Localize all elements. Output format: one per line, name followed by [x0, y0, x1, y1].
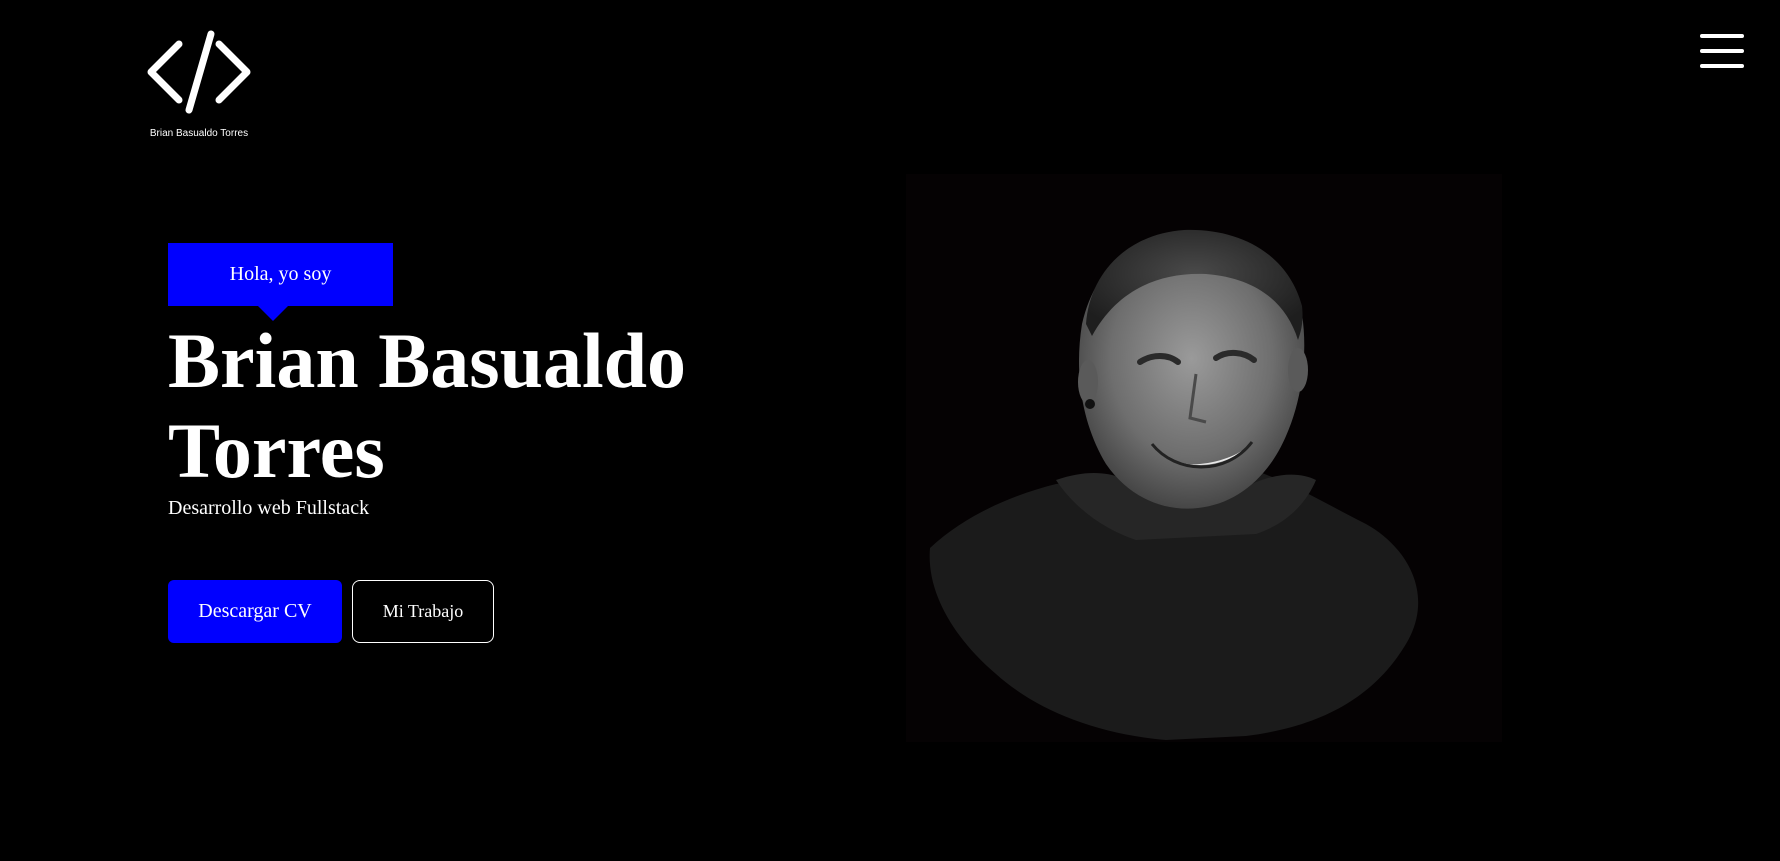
- greeting-badge: Hola, yo soy: [168, 243, 393, 321]
- download-cv-button[interactable]: Descargar CV: [168, 580, 342, 643]
- hamburger-menu-icon: [1700, 34, 1744, 38]
- logo-caption: Brian Basualdo Torres: [149, 128, 249, 139]
- profile-photo: [906, 174, 1502, 742]
- page: Brian Basualdo Torres Hola, yo soy Brian…: [0, 0, 1780, 861]
- site-logo[interactable]: Brian Basualdo Torres: [136, 28, 262, 139]
- hero-actions: Descargar CV Mi Trabajo: [168, 580, 808, 643]
- hamburger-line: [1700, 49, 1744, 53]
- my-work-button[interactable]: Mi Trabajo: [352, 580, 494, 643]
- hero-text: Hola, yo soy Brian Basualdo Torres Desar…: [168, 243, 808, 643]
- menu-button[interactable]: [1700, 34, 1744, 68]
- hero-name: Brian Basualdo Torres: [168, 317, 687, 494]
- hero-role: Desarrollo web Fullstack: [168, 497, 370, 519]
- code-brackets-icon: [147, 30, 251, 114]
- hamburger-line: [1700, 64, 1744, 68]
